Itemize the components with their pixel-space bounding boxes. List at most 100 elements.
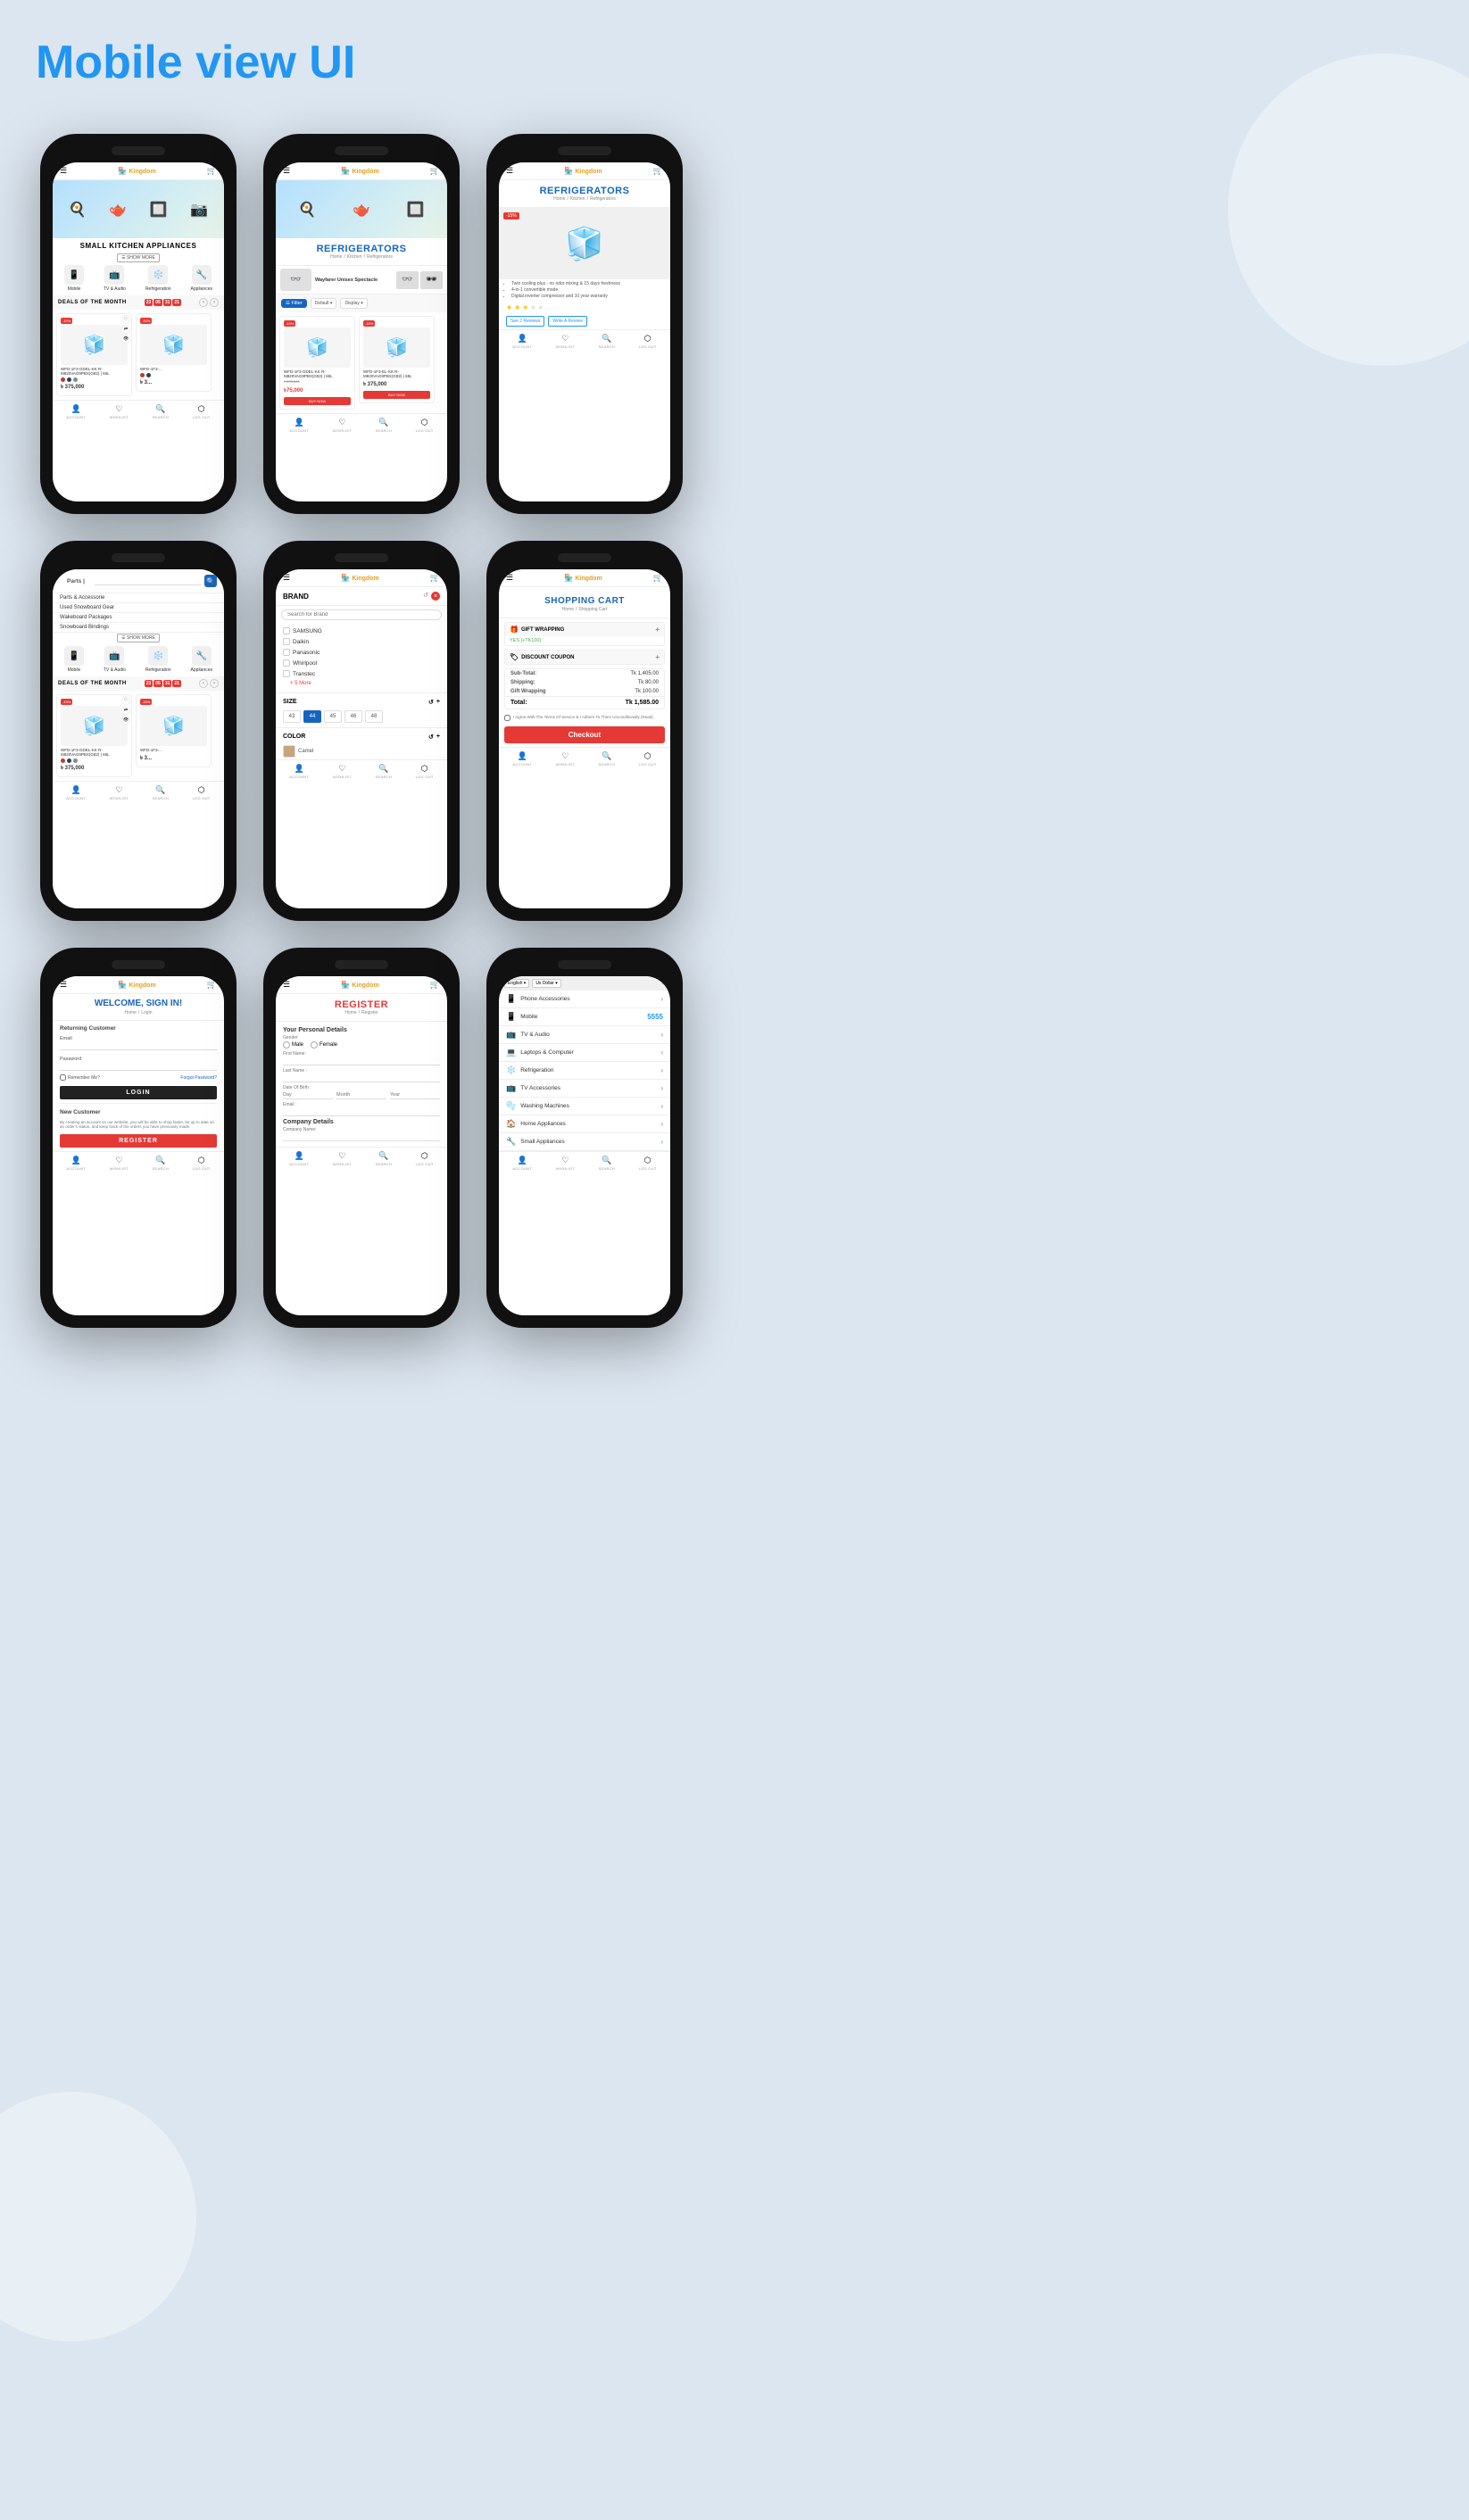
language-selector[interactable]: English ▾: [504, 979, 529, 988]
brand-samsung[interactable]: SAMSUNG: [283, 626, 440, 636]
nav-wish-r[interactable]: ♡ WISHLIST: [333, 418, 352, 433]
wakeboard-link[interactable]: Wakeboard Packages: [53, 613, 224, 623]
menu-small-appliances[interactable]: 🔧 Small Appliances ›: [499, 1133, 670, 1151]
cat-refrigeration-2[interactable]: ❄️ Refrigeration: [145, 646, 171, 673]
snowboard-gear-link[interactable]: Used Snowboard Gear: [53, 603, 224, 613]
size-43[interactable]: 43: [283, 710, 301, 723]
hamburger-cart[interactable]: ☰: [506, 573, 513, 583]
nav-acc-c[interactable]: 👤 ACCOUNT: [512, 751, 532, 767]
buy-btn-2[interactable]: BUY NOW: [363, 391, 430, 399]
nav-acc-d[interactable]: 👤 ACCOUNT: [512, 334, 532, 349]
nav-lg-l[interactable]: ⬡ LOG OUT: [193, 1156, 211, 1171]
brand-whirlpool[interactable]: Whirlpool: [283, 658, 440, 668]
ref-card-1[interactable]: -19% 🧊 WFD-1F3-GDEL-KK R- M820VAG9PBX(G8…: [279, 316, 355, 410]
nav-search[interactable]: 🔍 SEARCH: [153, 404, 169, 419]
male-option[interactable]: Male: [283, 1041, 303, 1049]
login-button[interactable]: LOGIN: [60, 1086, 217, 1099]
product-card-2[interactable]: -15% 🧊 WFD-1F3-... ৳ 3...: [136, 313, 212, 392]
nav-srch-l[interactable]: 🔍 SEARCH: [153, 1156, 169, 1171]
menu-phone-accessories[interactable]: 📱 Phone Accessories ›: [499, 991, 670, 1008]
email-input-reg[interactable]: [283, 1108, 440, 1116]
default-dropdown[interactable]: Default ▾: [311, 298, 337, 309]
cart-reg[interactable]: 🛒: [430, 980, 440, 990]
hamburger-detail[interactable]: ☰: [506, 166, 513, 176]
hamburger-ref[interactable]: ☰: [283, 166, 290, 176]
menu-refrigeration[interactable]: ❄️ Refrigeration ›: [499, 1062, 670, 1080]
wishlist-btn-1[interactable]: ♡: [121, 315, 130, 324]
female-option[interactable]: Female: [311, 1041, 337, 1049]
ref-card-2[interactable]: -15% 🧊 WFD-1F3-EL-KK R- M820VAG9PBX(G82)…: [359, 316, 435, 403]
filter-button[interactable]: ☰ Filter: [281, 299, 307, 308]
nav-wish-c[interactable]: ♡ WISHLIST: [556, 751, 575, 767]
nav-lg-c[interactable]: ⬡ LOG OUT: [639, 751, 657, 767]
next-arr-2[interactable]: ›: [210, 679, 219, 688]
nav-lg-f[interactable]: ⬡ LOG OUT: [416, 764, 434, 779]
menu-tv-audio[interactable]: 📺 TV & Audio ›: [499, 1026, 670, 1044]
nav-acc-f[interactable]: 👤 ACCOUNT: [289, 764, 309, 779]
color-add-icon[interactable]: +: [436, 734, 440, 741]
wish-p1[interactable]: ♡: [121, 696, 130, 705]
remember-checkbox[interactable]: [60, 1074, 66, 1081]
nav-acc-reg[interactable]: 👤 ACCOUNT: [289, 1151, 309, 1166]
nav-lg-p[interactable]: ⬡ LOG OUT: [193, 785, 211, 800]
cart-cart[interactable]: 🛒: [653, 573, 663, 583]
nav-acc-l[interactable]: 👤 ACCOUNT: [66, 1156, 86, 1171]
write-review-btn[interactable]: Write A Review: [548, 316, 587, 327]
check-samsung[interactable]: [283, 627, 290, 634]
company-name-input[interactable]: [283, 1133, 440, 1141]
more-brands-link[interactable]: + 5 More: [290, 679, 440, 688]
prev-arr-2[interactable]: ‹: [199, 679, 208, 688]
product-card-p2[interactable]: -15% 🧊 WFD-1F3-... ৳ 3...: [136, 694, 212, 767]
check-whirlpool[interactable]: [283, 659, 290, 667]
hamburger-login[interactable]: ☰: [60, 980, 67, 990]
buy-btn-1[interactable]: BUY NOW: [284, 397, 351, 405]
cart-ref[interactable]: 🛒: [430, 166, 440, 176]
male-radio[interactable]: [283, 1041, 290, 1049]
email-input[interactable]: [60, 1042, 217, 1050]
nav-acc-p[interactable]: 👤 ACCOUNT: [66, 785, 86, 800]
check-daikin[interactable]: [283, 638, 290, 645]
nav-lg-d[interactable]: ⬡ LOG OUT: [639, 334, 657, 349]
register-button[interactable]: REGISTER: [60, 1134, 217, 1148]
compare-btn-1[interactable]: ⇄: [121, 325, 130, 334]
cat-refrigeration[interactable]: ❄️ Refrigeration: [145, 265, 171, 292]
prev-arrow[interactable]: ‹: [199, 298, 208, 307]
nav-srch-p[interactable]: 🔍 SEARCH: [153, 785, 169, 800]
cart-icon[interactable]: 🛒: [207, 166, 217, 176]
size-add-icon[interactable]: +: [436, 699, 440, 706]
menu-laptops[interactable]: 💻 Laptops & Computer ›: [499, 1044, 670, 1062]
close-menu-btn[interactable]: ×: [661, 981, 665, 987]
nav-account[interactable]: 👤 ACCOUNT: [66, 404, 86, 419]
see-reviews-btn[interactable]: See 2 Reviews: [506, 316, 544, 327]
quickview-btn-1[interactable]: 👁: [121, 335, 130, 344]
year-input[interactable]: [390, 1091, 440, 1099]
menu-washing[interactable]: 🫧 Washing Machines ›: [499, 1098, 670, 1115]
currency-selector[interactable]: Us Dollar ▾: [532, 979, 560, 988]
size-46[interactable]: 46: [344, 710, 362, 723]
comp-p1[interactable]: ⇄: [121, 706, 130, 715]
size-48[interactable]: 48: [365, 710, 383, 723]
nav-wish-f[interactable]: ♡ WISHLIST: [333, 764, 352, 779]
check-panasonic[interactable]: [283, 649, 290, 656]
menu-home-appliances[interactable]: 🏠 Home Appliances ›: [499, 1115, 670, 1133]
checkout-button[interactable]: Checkout: [504, 726, 665, 743]
last-name-input[interactable]: [283, 1074, 440, 1082]
female-radio[interactable]: [311, 1041, 318, 1049]
nav-srch-f[interactable]: 🔍 SEARCH: [376, 764, 392, 779]
hamburger-icon[interactable]: ☰: [60, 166, 67, 176]
nav-srch-m[interactable]: 🔍 SEARCH: [599, 1156, 615, 1171]
day-input[interactable]: [283, 1091, 333, 1099]
parts-accessories-link[interactable]: Parts & Accessorie: [53, 593, 224, 603]
cart-login[interactable]: 🛒: [207, 980, 217, 990]
cat-mobile[interactable]: 📱 Mobile: [64, 265, 84, 292]
search-input[interactable]: [95, 577, 202, 585]
nav-acc-r[interactable]: 👤 ACCOUNT: [289, 418, 309, 433]
nav-wish-l[interactable]: ♡ WISHLIST: [110, 1156, 129, 1171]
menu-mobile[interactable]: 📱 Mobile 5555: [499, 1008, 670, 1026]
gift-toggle[interactable]: +: [655, 626, 660, 634]
nav-acc-m[interactable]: 👤 ACCOUNT: [512, 1156, 532, 1171]
brand-panasonic[interactable]: Panasonic: [283, 647, 440, 658]
password-input[interactable]: [60, 1063, 217, 1071]
display-dropdown[interactable]: Display ▾: [340, 298, 367, 309]
nav-wish-p[interactable]: ♡ WISHLIST: [110, 785, 129, 800]
